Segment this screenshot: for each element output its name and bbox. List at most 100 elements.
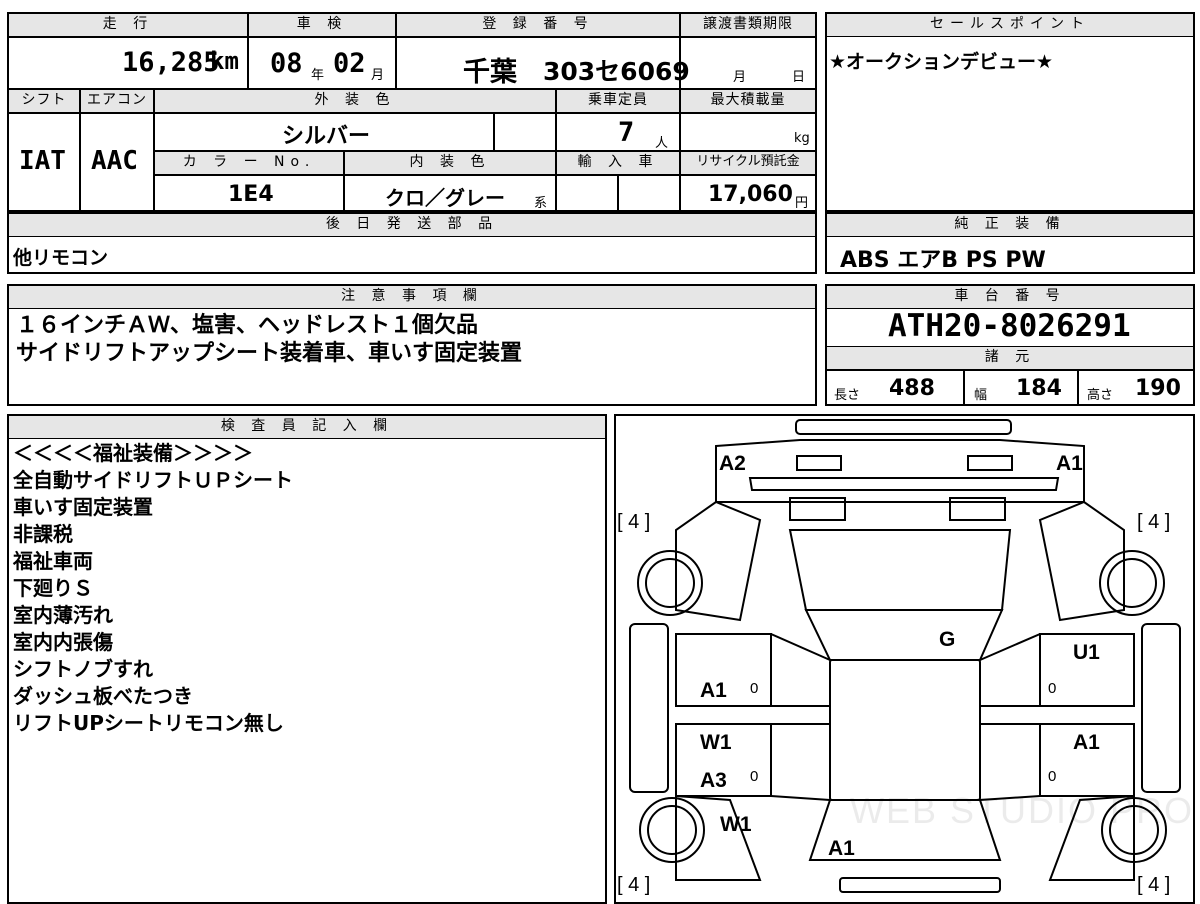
damage-a1-right: A1 xyxy=(1073,731,1100,754)
reg-number: 303セ6069 xyxy=(543,57,690,86)
tire-front-left-grade: [ 4 ] xyxy=(617,511,651,533)
inspector-line: 室内内張傷 xyxy=(13,630,113,654)
inspector-line: シフトノブすれ xyxy=(13,657,153,681)
inspection-year: 08 xyxy=(270,48,303,79)
height-value: 190 xyxy=(1135,376,1181,401)
mileage-value: 16,285 xyxy=(122,47,220,78)
inspector-label: 検 査 員 記 入 欄 xyxy=(8,415,606,439)
wheel-front-left-inner xyxy=(645,558,695,608)
interior-suffix: 系 xyxy=(534,196,548,211)
capacity-value: 7 xyxy=(618,117,635,148)
door-mark-left-rear: 0 xyxy=(750,768,759,785)
damage-w1-left: W1 xyxy=(700,731,732,754)
spec-label: 諸 元 xyxy=(826,346,1194,370)
deadline-month: 月 xyxy=(733,70,747,85)
damage-a1-top: A1 xyxy=(1056,452,1083,475)
aircon-value: AAC xyxy=(91,146,138,176)
damage-a1-rear: A1 xyxy=(828,837,855,860)
headlight-right xyxy=(967,455,1013,471)
roof-panel xyxy=(829,659,981,801)
color-no-label: カ ラ ー No. xyxy=(154,151,344,175)
registration-label: 登 録 番 号 xyxy=(396,13,680,37)
inspector-line: ダッシュ板べたつき xyxy=(13,684,193,708)
chassis-value: ATH20-8026291 xyxy=(888,308,1131,344)
exterior-value: シルバー xyxy=(282,124,371,149)
height-label: 高さ xyxy=(1087,388,1114,403)
rear-bumper xyxy=(839,877,1001,893)
inspector-line: 室内薄汚れ xyxy=(13,603,113,627)
parts-value: 他リモコン xyxy=(13,247,109,269)
pillar-left xyxy=(676,705,830,725)
pillar-right xyxy=(980,705,1134,725)
note-line: １６インチＡＷ、塩害、ヘッドレスト１個欠品 xyxy=(16,313,479,338)
equipment-value: ABS エアB PS PW xyxy=(840,248,1046,273)
wheel-rear-left xyxy=(639,797,705,863)
inspection-month: 02 xyxy=(333,48,366,79)
import-cell-b xyxy=(618,175,680,212)
door-mark-right-rear: 0 xyxy=(1048,768,1057,785)
damage-a3: A3 xyxy=(700,769,727,792)
front-fender-left xyxy=(675,500,762,622)
windshield xyxy=(788,529,1012,611)
length-value: 488 xyxy=(889,376,935,401)
mileage-unit: km xyxy=(210,47,239,75)
notes-label: 注 意 事 項 欄 xyxy=(8,285,816,309)
aircon-label: エアコン xyxy=(80,89,154,113)
damage-w1-rear: W1 xyxy=(720,813,752,836)
wheel-rear-left-inner xyxy=(647,805,697,855)
exterior-color-label: 外 装 色 xyxy=(154,89,556,113)
mileage-label: 走 行 xyxy=(8,13,248,37)
inspector-line: 車いす固定装置 xyxy=(13,495,153,519)
front-bumper xyxy=(795,419,1012,435)
side-strip-right xyxy=(1141,623,1181,793)
recycle-unit: 円 xyxy=(795,196,809,211)
watermark: WEB STUDIO PRO xyxy=(850,790,1195,831)
import-cell-a xyxy=(556,175,618,212)
max-load-unit: kg xyxy=(794,131,810,146)
exterior-cell-extra xyxy=(494,113,556,151)
inspection-label: 車 検 xyxy=(248,13,396,37)
interior-color-label: 内 装 色 xyxy=(344,151,556,175)
side-strip-left xyxy=(629,623,669,793)
chassis-label: 車 台 番 号 xyxy=(826,285,1194,309)
width-value: 184 xyxy=(1016,376,1062,401)
shift-label: シフト xyxy=(8,89,80,113)
sales-point-text: ★オークションデビュー★ xyxy=(829,51,1054,73)
inspector-line: 非課税 xyxy=(13,522,73,546)
inspector-lines: ＜＜＜＜福祉装備＞＞＞＞ 全自動サイドリフトＵＰシート 車いす固定装置 非課税 … xyxy=(13,440,293,737)
recycle-label: リサイクル預託金 xyxy=(680,151,816,175)
shift-value: IAT xyxy=(19,146,66,176)
front-fender-right xyxy=(1038,500,1125,622)
notes-lines: １６インチＡＷ、塩害、ヘッドレスト１個欠品 サイドリフトアップシート装着車、車い… xyxy=(16,312,522,368)
sales-point-label: セールスポイント xyxy=(826,13,1194,37)
front-panel xyxy=(715,439,1085,503)
grille xyxy=(748,477,1060,491)
note-line: サイドリフトアップシート装着車、車いす固定装置 xyxy=(16,341,523,366)
import-label: 輸 入 車 xyxy=(556,151,680,175)
wheel-front-right xyxy=(1099,550,1165,616)
width-label: 幅 xyxy=(974,388,988,403)
year-suffix: 年 xyxy=(311,68,325,83)
roof xyxy=(804,609,1004,661)
headlight-left xyxy=(796,455,842,471)
door-mark-right-front: 0 xyxy=(1048,680,1057,697)
parts-label: 後 日 発 送 部 品 xyxy=(8,213,816,237)
damage-a1-left: A1 xyxy=(700,679,727,702)
tire-front-right-grade: [ 4 ] xyxy=(1137,511,1171,533)
max-load-label: 最大積載量 xyxy=(680,89,816,113)
transfer-deadline-label: 譲渡書類期限 xyxy=(680,13,816,37)
color-no-value: 1E4 xyxy=(228,182,274,207)
door-mark-left-front: 0 xyxy=(750,680,759,697)
wheel-front-left xyxy=(637,550,703,616)
sales-point-box xyxy=(825,12,1195,212)
capacity-unit: 人 xyxy=(655,136,669,151)
damage-u1: U1 xyxy=(1073,641,1100,664)
tire-rear-right-grade: [ 4 ] xyxy=(1137,874,1171,896)
recycle-value: 17,060 xyxy=(708,182,793,207)
deadline-day: 日 xyxy=(792,70,806,85)
inspector-line: 全自動サイドリフトＵＰシート xyxy=(13,468,293,492)
rear-fender-left xyxy=(675,794,762,881)
inspector-line: リフトUPシートリモコン無し xyxy=(13,711,284,735)
capacity-label: 乗車定員 xyxy=(556,89,680,113)
inspector-line: ＜＜＜＜福祉装備＞＞＞＞ xyxy=(13,441,253,465)
